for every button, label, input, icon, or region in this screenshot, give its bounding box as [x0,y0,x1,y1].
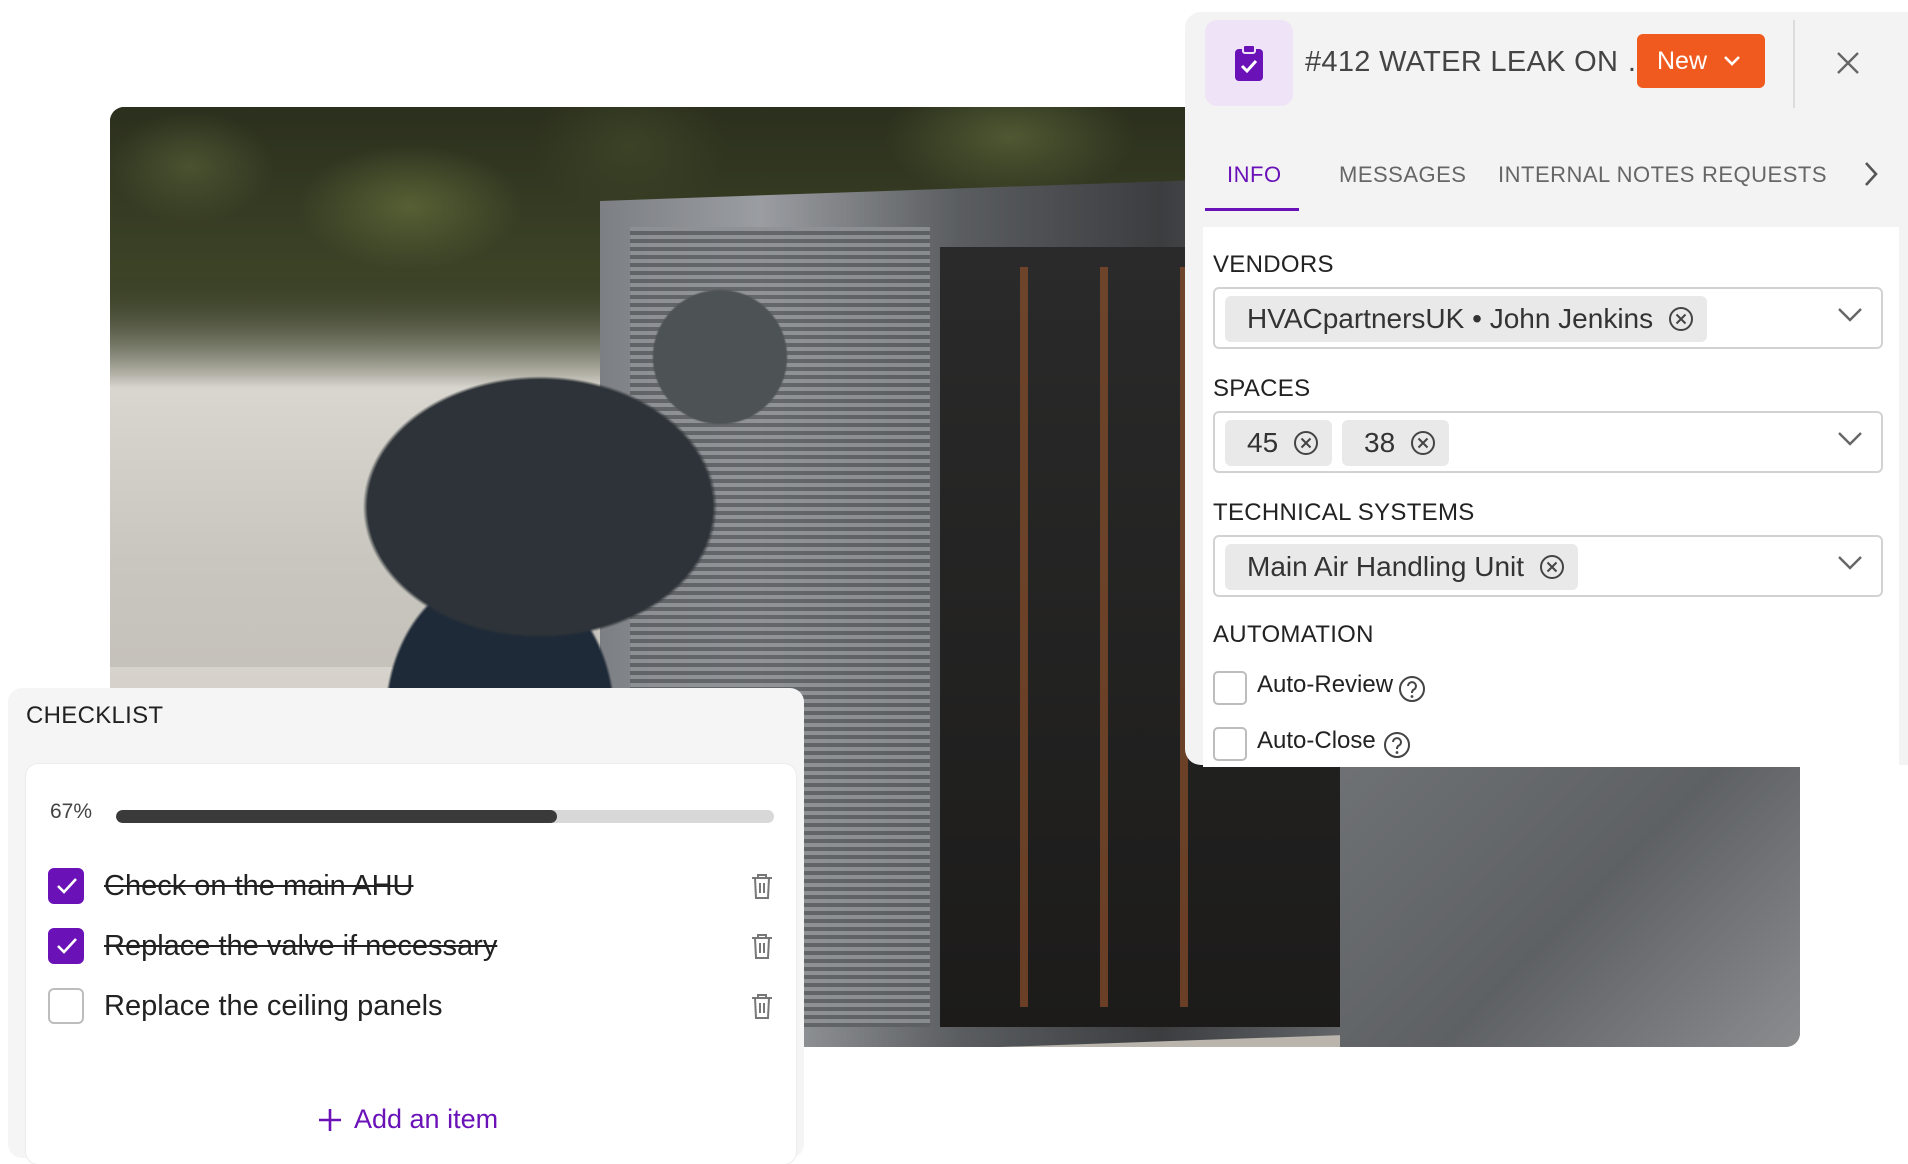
checklist-body: 67% Check on the main AHU Replace the va… [26,764,796,1164]
spaces-label: SPACES [1213,375,1311,402]
trash-icon[interactable] [750,932,774,965]
checkbox[interactable] [48,868,84,904]
progress-label: 67% [50,800,93,823]
info-content: VENDORS HVACpartnersUK • John Jenkins SP… [1203,227,1899,767]
ticket-title: #412 WATER LEAK ON … [1305,46,1656,78]
checklist-card: CHECKLIST 67% Check on the main AHU Repl… [8,688,804,1164]
vendors-select[interactable]: HVACpartnersUK • John Jenkins [1213,287,1883,349]
progress-fill [116,810,557,823]
technical-systems-select[interactable]: Main Air Handling Unit [1213,535,1883,597]
progress-bar [116,810,774,823]
automation-label: AUTOMATION [1213,621,1374,648]
plus-icon [319,1108,341,1131]
status-dropdown-button[interactable]: New [1637,34,1765,88]
ticket-panel: #412 WATER LEAK ON … New INFO MESSAGES I… [1185,12,1908,767]
panel-header: #412 WATER LEAK ON … New [1185,12,1908,124]
close-icon[interactable] [1835,50,1861,81]
checklist-item-text: Check on the main AHU [104,870,414,902]
checklist-title: CHECKLIST [26,702,164,729]
checklist-item[interactable]: Check on the main AHU [48,866,778,910]
system-chip-label: Main Air Handling Unit [1247,551,1525,582]
system-chip: Main Air Handling Unit [1225,544,1579,590]
space-chip-label: 45 [1247,427,1279,458]
add-item-button[interactable]: Add an item [316,1104,498,1135]
auto-close-checkbox[interactable] [1213,727,1247,761]
checkmark-icon [57,878,77,894]
chevron-down-icon[interactable] [1837,555,1863,576]
chevron-down-icon[interactable] [1837,431,1863,452]
checkbox[interactable] [48,988,84,1024]
add-item-label: Add an item [354,1104,499,1134]
status-label: New [1657,46,1708,75]
tab-internal-notes[interactable]: INTERNAL NOTES [1498,162,1695,188]
space-chip: 45 [1225,420,1333,466]
chevron-down-icon [1724,56,1740,66]
remove-chip-icon[interactable] [1538,553,1566,581]
technical-systems-label: TECHNICAL SYSTEMS [1213,499,1475,526]
auto-review-checkbox[interactable] [1213,671,1247,705]
checklist-item[interactable]: Replace the valve if necessary [48,926,778,970]
checklist-item-text: Replace the ceiling panels [104,990,443,1022]
active-tab-indicator [1205,208,1299,211]
header-divider [1793,20,1795,108]
tab-bar: INFO MESSAGES INTERNAL NOTES REQUESTS [1205,162,1895,222]
vendor-chip-label: HVACpartnersUK • John Jenkins [1247,303,1654,334]
auto-review-label: Auto-Review [1257,671,1394,698]
space-chip-label: 38 [1364,427,1396,458]
checklist-item-text: Replace the valve if necessary [104,930,498,962]
help-icon[interactable] [1398,675,1426,708]
spaces-select[interactable]: 45 38 [1213,411,1883,473]
tab-requests[interactable]: REQUESTS [1702,162,1827,188]
vendors-label: VENDORS [1213,251,1334,278]
chevron-right-icon[interactable] [1863,160,1879,193]
checklist-item[interactable]: Replace the ceiling panels [48,986,778,1030]
trash-icon[interactable] [750,992,774,1025]
remove-chip-icon[interactable] [1667,305,1695,333]
remove-chip-icon[interactable] [1409,429,1437,457]
checkmark-icon [57,938,77,954]
checkbox[interactable] [48,928,84,964]
tab-info[interactable]: INFO [1227,162,1282,188]
tab-messages[interactable]: MESSAGES [1339,162,1466,188]
remove-chip-icon[interactable] [1292,429,1320,457]
chevron-down-icon[interactable] [1837,307,1863,328]
vendor-chip: HVACpartnersUK • John Jenkins [1225,296,1708,342]
auto-close-label: Auto-Close [1257,727,1376,754]
trash-icon[interactable] [750,872,774,905]
space-chip: 38 [1342,420,1450,466]
help-icon[interactable] [1383,731,1411,764]
clipboard-check-icon [1205,20,1293,106]
